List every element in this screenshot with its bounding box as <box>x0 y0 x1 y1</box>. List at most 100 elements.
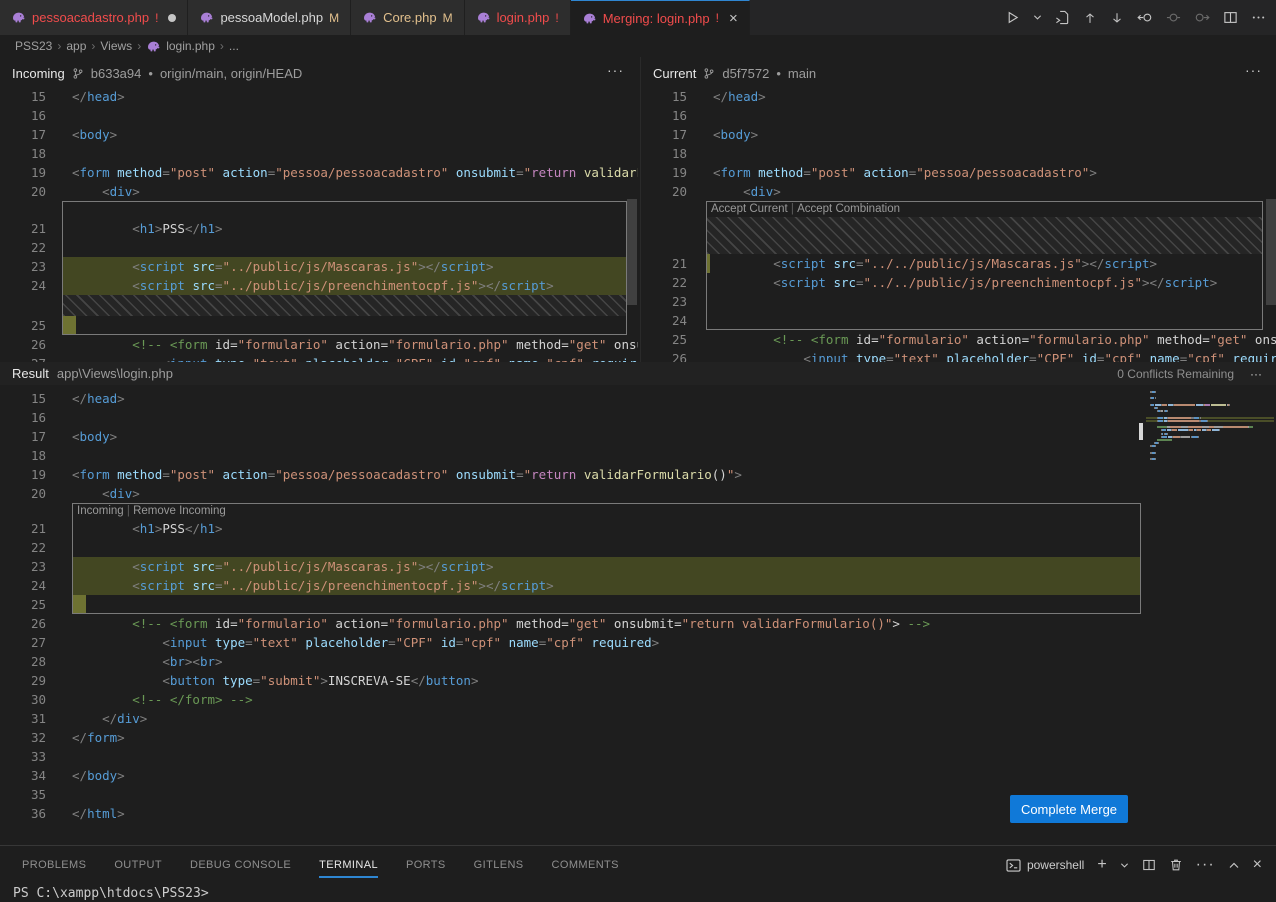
codelens-action[interactable]: Incoming <box>77 505 124 517</box>
code-line[interactable]: <script src="../public/js/preenchimentoc… <box>72 576 554 595</box>
code-line[interactable]: <body> <box>72 427 117 446</box>
code-line[interactable]: </head> <box>72 87 125 106</box>
scrollbar[interactable] <box>1266 199 1276 305</box>
line-number: 23 <box>641 292 687 311</box>
code-line[interactable]: <div> <box>72 182 140 201</box>
panel-tab-output[interactable]: OUTPUT <box>114 859 162 878</box>
minimap[interactable] <box>1146 387 1276 487</box>
current-code-editor[interactable]: 15</head>1617<body>1819<form method="pos… <box>641 85 1276 362</box>
line-number: 17 <box>0 427 46 446</box>
maximize-panel-icon[interactable] <box>1228 860 1240 870</box>
editor-tab[interactable]: login.php! <box>465 0 571 35</box>
breadcrumb-item[interactable]: PSS23 <box>15 39 52 53</box>
line-number: 21 <box>0 219 46 238</box>
panel-tab-problems[interactable]: PROBLEMS <box>22 859 86 878</box>
terminal-shell-item[interactable]: powershell <box>1006 858 1084 872</box>
code-line[interactable]: <div> <box>72 484 140 503</box>
result-file-path: app\Views\login.php <box>57 366 173 381</box>
code-line[interactable]: <!-- <form id="formulario" action="formu… <box>713 330 1276 349</box>
code-line[interactable]: <body> <box>713 125 758 144</box>
breadcrumb-item[interactable]: ... <box>229 39 239 53</box>
code-line[interactable]: <script src="../public/js/Mascaras.js"><… <box>72 257 493 276</box>
result-code-editor[interactable]: 15</head>1617<body>1819<form method="pos… <box>0 385 1276 845</box>
breadcrumb-item[interactable]: app <box>66 39 86 53</box>
code-line[interactable]: <input type="text" placeholder="CPF" id=… <box>72 633 659 652</box>
scrollbar[interactable] <box>627 199 637 305</box>
breadcrumb[interactable]: PSS23›app›Views›login.php›... <box>0 35 1276 57</box>
more-actions-icon[interactable]: ··· <box>607 62 624 78</box>
arrow-down-icon[interactable] <box>1110 11 1124 25</box>
chevron-down-icon[interactable] <box>1033 13 1042 22</box>
code-line[interactable]: </body> <box>72 766 125 785</box>
incoming-code-editor[interactable]: 15</head>1617<body>1819<form method="pos… <box>0 85 638 362</box>
code-line[interactable]: <h1>PSS</h1> <box>72 519 223 538</box>
tab-label: Core.php <box>383 10 436 25</box>
code-line[interactable]: <!-- <form id="formulario" action="formu… <box>72 335 638 354</box>
line-number: 28 <box>0 652 46 671</box>
code-line[interactable]: <body> <box>72 125 117 144</box>
line-number: 25 <box>0 316 46 335</box>
new-terminal-icon[interactable]: + <box>1097 857 1106 873</box>
breadcrumb-item[interactable]: login.php <box>166 39 215 53</box>
panel-tab-comments[interactable]: COMMENTS <box>552 859 619 878</box>
more-actions-icon[interactable]: ··· <box>1196 856 1215 874</box>
split-terminal-icon[interactable] <box>1142 858 1156 872</box>
panel-tab-debug-console[interactable]: DEBUG CONSOLE <box>190 859 291 878</box>
code-line[interactable]: <!-- <form id="formulario" action="formu… <box>72 614 930 633</box>
unsaved-dot-icon[interactable] <box>168 14 176 22</box>
line-number: 26 <box>0 335 46 354</box>
code-line[interactable]: <!-- </form> --> <box>72 690 253 709</box>
code-line[interactable]: <form method="post" action="pessoa/pesso… <box>713 163 1097 182</box>
code-line[interactable]: <input type="text" placeholder="CPF" id=… <box>72 354 638 362</box>
go-to-file-icon[interactable] <box>1055 10 1070 25</box>
code-line[interactable]: <script src="../public/js/preenchimentoc… <box>72 276 554 295</box>
editor-tab[interactable]: pessoacadastro.php! <box>0 0 188 35</box>
panel-tab-ports[interactable]: PORTS <box>406 859 446 878</box>
incoming-commit: b633a94 <box>91 66 142 81</box>
breadcrumb-item[interactable]: Views <box>100 39 132 53</box>
code-line[interactable]: <script src="../../public/js/preenchimen… <box>713 273 1217 292</box>
line-number: 26 <box>0 614 46 633</box>
more-actions-icon[interactable]: ··· <box>1245 62 1262 78</box>
editor-tab[interactable]: Merging: login.php!× <box>571 0 750 35</box>
panel-tab-gitlens[interactable]: GITLENS <box>474 859 524 878</box>
run-icon[interactable] <box>1005 10 1020 25</box>
code-line[interactable]: <form method="post" action="pessoa/pesso… <box>72 465 742 484</box>
previous-conflict-icon[interactable] <box>1137 10 1153 25</box>
close-tab-icon[interactable]: × <box>729 11 738 26</box>
more-actions-icon[interactable] <box>1251 10 1266 25</box>
code-line[interactable]: <h1>PSS</h1> <box>72 219 223 238</box>
code-line[interactable]: </form> <box>72 728 125 747</box>
arrow-up-icon[interactable] <box>1083 11 1097 25</box>
line-number: 20 <box>0 484 46 503</box>
code-line[interactable]: </html> <box>72 804 125 823</box>
split-editor-icon[interactable] <box>1223 10 1238 25</box>
code-line[interactable]: <script src="../../public/js/Mascaras.js… <box>713 254 1157 273</box>
code-line[interactable]: <script src="../public/js/Mascaras.js"><… <box>72 557 493 576</box>
terminal-prompt[interactable]: PS C:\xampp\htdocs\PSS23> <box>13 885 209 902</box>
code-line[interactable]: <button type="submit">INSCREVA-SE</butto… <box>72 671 478 690</box>
current-header: Current d5f7572 • main ··· <box>641 62 1276 85</box>
codelens-action[interactable]: Accept Combination <box>797 203 900 215</box>
codelens-action[interactable]: Accept Current <box>711 203 788 215</box>
close-panel-icon[interactable]: × <box>1253 857 1262 873</box>
terminal-dropdown-chevron-icon[interactable] <box>1120 861 1129 870</box>
change-gutter-block <box>73 595 86 614</box>
breadcrumb-separator: › <box>55 39 63 53</box>
code-line[interactable]: <div> <box>713 182 781 201</box>
code-line[interactable]: </div> <box>72 709 147 728</box>
code-line[interactable]: </head> <box>72 389 125 408</box>
code-line[interactable]: </head> <box>713 87 766 106</box>
more-actions-icon[interactable]: ··· <box>1250 367 1262 381</box>
complete-merge-button[interactable]: Complete Merge <box>1010 795 1128 823</box>
code-line[interactable]: <input type="text" placeholder="CPF" id=… <box>713 349 1276 362</box>
code-line[interactable]: <form method="post" action="pessoa/pesso… <box>72 163 638 182</box>
editor-tab[interactable]: pessoaModel.phpM <box>188 0 351 35</box>
panel-tab-terminal[interactable]: TERMINAL <box>319 859 378 878</box>
code-line[interactable]: <br><br> <box>72 652 223 671</box>
php-file-icon <box>11 10 26 25</box>
panel-tab-strip: PROBLEMS OUTPUT DEBUG CONSOLE TERMINAL PORTS… <box>22 859 619 878</box>
kill-terminal-icon[interactable] <box>1169 858 1183 872</box>
editor-tab[interactable]: Core.phpM <box>351 0 464 35</box>
codelens-action[interactable]: Remove Incoming <box>133 505 226 517</box>
